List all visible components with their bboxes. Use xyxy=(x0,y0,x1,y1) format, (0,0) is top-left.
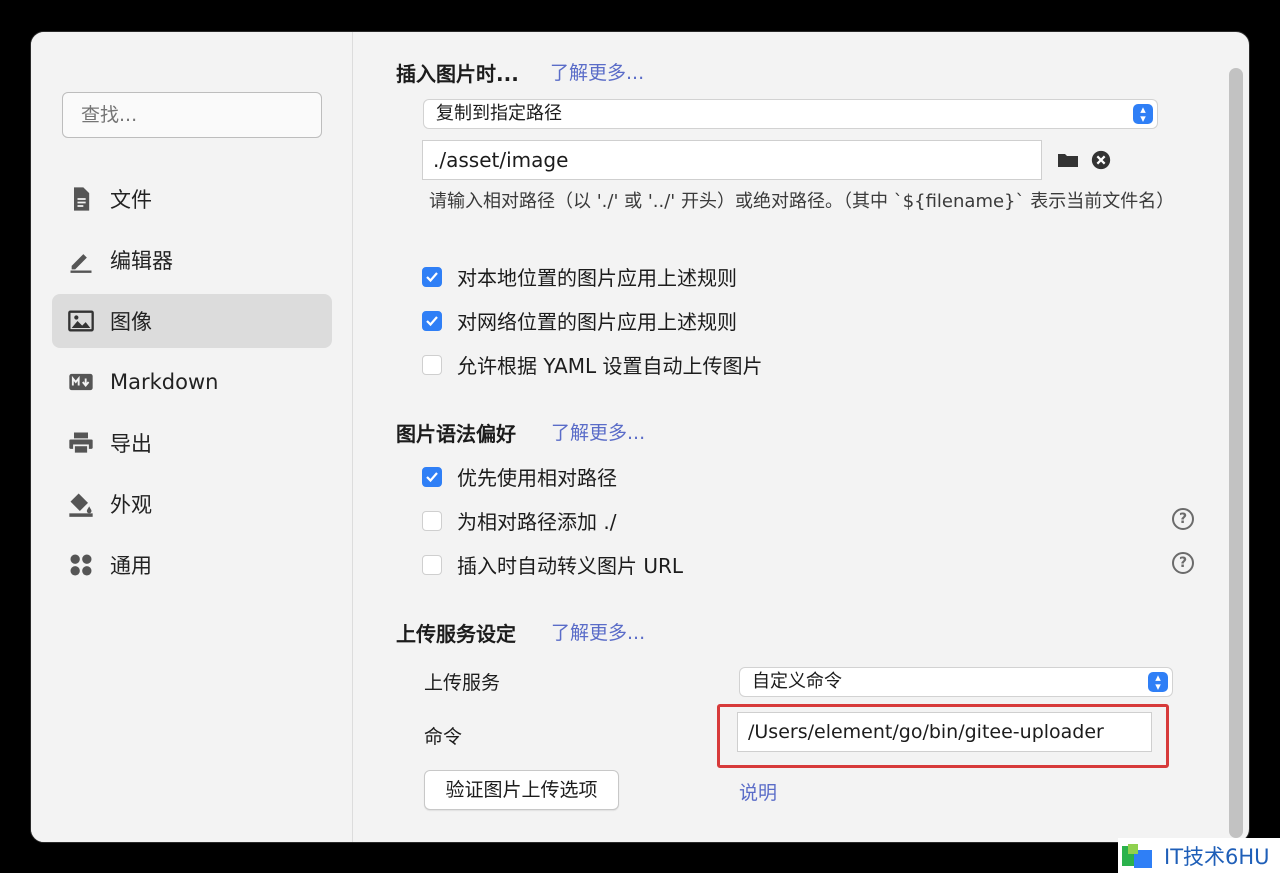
checkbox-unchecked[interactable] xyxy=(422,354,442,375)
check-label: 对本地位置的图片应用上述规则 xyxy=(457,266,737,290)
check-local-images[interactable]: 对本地位置的图片应用上述规则 xyxy=(422,262,737,291)
upload-learn-more-link[interactable]: 了解更多... xyxy=(551,618,645,645)
sidebar-item-general[interactable]: 通用 xyxy=(52,538,332,592)
upload-service-value: 自定义命令 xyxy=(752,671,842,692)
sidebar-item-export[interactable]: 导出 xyxy=(52,416,332,470)
sidebar-nav: 文件 编辑器 图像 Markdown 导出 外观 通用 xyxy=(52,172,332,599)
folder-icon[interactable] xyxy=(1056,148,1080,172)
checkbox-checked[interactable] xyxy=(422,310,442,331)
check-label: 对网络位置的图片应用上述规则 xyxy=(457,310,737,334)
path-hint-text: 请输入相对路径（以 './' 或 '../' 开头）或绝对路径。（其中 `${f… xyxy=(429,191,1175,212)
sidebar-item-file[interactable]: 文件 xyxy=(52,172,332,226)
checkbox-checked[interactable] xyxy=(422,466,442,487)
help-icon[interactable]: ? xyxy=(1172,508,1194,530)
explain-link[interactable]: 说明 xyxy=(739,778,777,805)
upload-section-title: 上传服务设定 xyxy=(396,622,516,646)
command-label: 命令 xyxy=(424,726,463,748)
syntax-section-title: 图片语法偏好 xyxy=(396,422,516,446)
sidebar-item-label: 导出 xyxy=(110,432,152,456)
image-icon xyxy=(66,306,96,336)
check-add-dot-slash[interactable]: 为相对路径添加 ./ xyxy=(422,506,616,535)
watermark-text: IT技术6HU xyxy=(1164,844,1270,869)
insert-learn-more-link[interactable]: 了解更多... xyxy=(550,58,644,85)
sidebar-item-label: 外观 xyxy=(110,493,152,517)
checkbox-unchecked[interactable] xyxy=(422,510,442,531)
sidebar-item-markdown[interactable]: Markdown xyxy=(52,355,332,409)
check-relative-path[interactable]: 优先使用相对路径 xyxy=(422,462,617,491)
insert-action-select[interactable]: 复制到指定路径 ▴ ▾ xyxy=(424,100,1157,128)
check-network-images[interactable]: 对网络位置的图片应用上述规则 xyxy=(422,306,737,335)
sidebar-item-label: 通用 xyxy=(110,554,152,578)
watermark-logo-icon xyxy=(1122,843,1152,868)
sidebar-item-appearance[interactable]: 外观 xyxy=(52,477,332,531)
checkbox-unchecked[interactable] xyxy=(422,554,442,575)
image-path-input[interactable]: ./asset/image xyxy=(422,140,1042,180)
sidebar-item-editor[interactable]: 编辑器 xyxy=(52,233,332,287)
sidebar-item-label: 编辑器 xyxy=(110,249,173,273)
watermark: IT技术6HU xyxy=(1118,838,1280,873)
insert-action-value: 复制到指定路径 xyxy=(436,103,562,124)
checkbox-checked[interactable] xyxy=(422,266,442,287)
chevron-updown-icon: ▴ ▾ xyxy=(1133,104,1153,124)
apps-icon xyxy=(66,550,96,580)
scrollbar[interactable] xyxy=(1229,68,1243,838)
image-settings-panel: 插入图片时... 了解更多... 复制到指定路径 ▴ ▾ ./asset/imag… xyxy=(354,32,1249,842)
check-label: 插入时自动转义图片 URL xyxy=(457,554,684,578)
check-yaml-upload[interactable]: 允许根据 YAML 设置自动上传图片 xyxy=(422,350,762,379)
upload-service-label: 上传服务 xyxy=(424,672,501,694)
check-label: 允许根据 YAML 设置自动上传图片 xyxy=(457,354,763,378)
sidebar-item-label: 图像 xyxy=(110,310,152,334)
syntax-learn-more-link[interactable]: 了解更多... xyxy=(551,418,645,445)
command-input[interactable]: /Users/element/go/bin/gitee-uploader xyxy=(737,712,1152,752)
markdown-icon xyxy=(66,367,96,397)
file-icon xyxy=(66,184,96,214)
preferences-window: 文件 编辑器 图像 Markdown xyxy=(30,31,1250,843)
insert-section-title: 插入图片时... xyxy=(396,62,519,86)
sidebar-item-label: 文件 xyxy=(110,188,152,212)
sidebar-item-label: Markdown xyxy=(110,370,219,394)
check-label: 为相对路径添加 ./ xyxy=(457,510,617,534)
clear-icon[interactable] xyxy=(1089,148,1113,172)
printer-icon xyxy=(66,428,96,458)
search-input[interactable] xyxy=(62,92,322,138)
sidebar-item-image[interactable]: 图像 xyxy=(52,294,332,348)
sidebar: 文件 编辑器 图像 Markdown xyxy=(31,32,353,842)
help-icon[interactable]: ? xyxy=(1172,552,1194,574)
paint-bucket-icon xyxy=(66,489,96,519)
check-label: 优先使用相对路径 xyxy=(457,466,617,490)
upload-service-select[interactable]: 自定义命令 ▴ ▾ xyxy=(740,668,1172,696)
chevron-updown-icon: ▴ ▾ xyxy=(1148,672,1168,692)
verify-upload-button[interactable]: 验证图片上传选项 xyxy=(424,770,619,810)
pencil-icon xyxy=(66,245,96,275)
check-escape-url[interactable]: 插入时自动转义图片 URL xyxy=(422,550,683,579)
